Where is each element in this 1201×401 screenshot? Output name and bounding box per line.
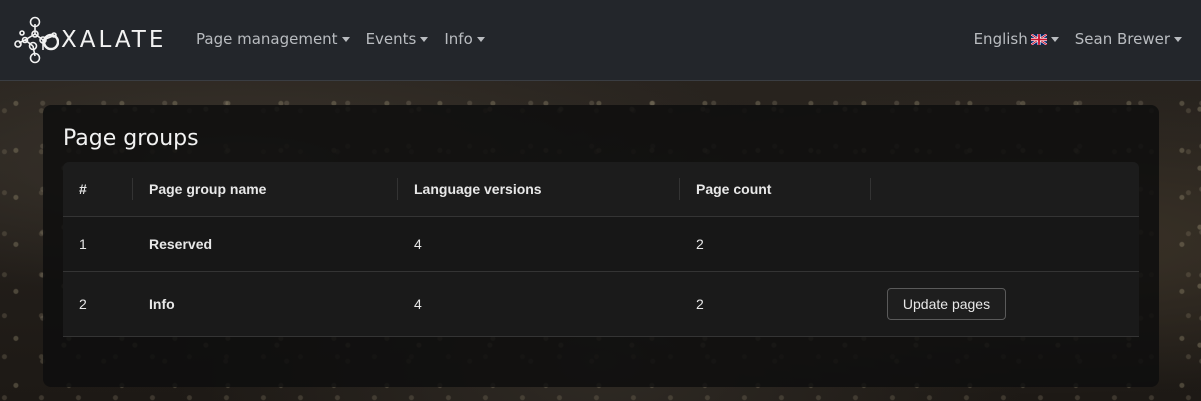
menu-page-management-label: Page management bbox=[196, 30, 338, 48]
page-groups-table: # Page group name Language versions Page… bbox=[63, 162, 1139, 337]
table-header: # Page group name Language versions Page… bbox=[63, 162, 1139, 217]
language-selector[interactable]: English bbox=[974, 30, 1059, 48]
update-pages-button[interactable]: Update pages bbox=[887, 288, 1006, 320]
page-title: Page groups bbox=[63, 126, 199, 151]
row-page-group-name: Reserved bbox=[149, 236, 213, 252]
uk-flag-icon bbox=[1030, 33, 1047, 45]
chevron-down-icon bbox=[420, 36, 429, 42]
top-navbar: XALATE Page management Events Info Engli… bbox=[0, 0, 1201, 81]
column-divider bbox=[870, 178, 871, 200]
header-number: # bbox=[79, 181, 87, 197]
page-groups-card: Page groups # Page group name Language v… bbox=[43, 105, 1159, 387]
menu-page-management[interactable]: Page management bbox=[196, 30, 350, 48]
language-label: English bbox=[973, 30, 1028, 48]
column-divider bbox=[679, 178, 680, 200]
row-number: 1 bbox=[79, 236, 87, 252]
brand-name: XALATE bbox=[61, 27, 167, 53]
chevron-down-icon bbox=[1050, 36, 1059, 42]
row-language-versions: 4 bbox=[414, 296, 422, 312]
header-page-group-name: Page group name bbox=[149, 181, 267, 197]
menu-info[interactable]: Info bbox=[444, 30, 485, 48]
row-number: 2 bbox=[79, 296, 87, 312]
brand-logo[interactable]: XALATE bbox=[13, 16, 166, 64]
menu-info-label: Info bbox=[444, 30, 473, 48]
row-page-count: 2 bbox=[696, 236, 704, 252]
row-page-group-name: Info bbox=[149, 296, 175, 312]
row-page-count: 2 bbox=[696, 296, 704, 312]
header-language-versions: Language versions bbox=[414, 181, 542, 197]
molecule-logo-icon bbox=[14, 16, 59, 64]
row-language-versions: 4 bbox=[414, 236, 422, 252]
row-actions: Update pages bbox=[887, 272, 1006, 336]
column-divider bbox=[397, 178, 398, 200]
menu-events-label: Events bbox=[365, 30, 417, 48]
header-page-count: Page count bbox=[696, 181, 772, 197]
main-menu: Page management Events Info bbox=[196, 30, 501, 48]
menu-events[interactable]: Events bbox=[366, 30, 429, 48]
chevron-down-icon bbox=[1174, 36, 1182, 42]
user-name: Sean Brewer bbox=[1074, 30, 1170, 48]
chevron-down-icon bbox=[341, 36, 350, 42]
table-row: 2 Info 4 2 Update pages bbox=[63, 272, 1139, 337]
table-row: 1 Reserved 4 2 bbox=[63, 217, 1139, 272]
user-account-menu[interactable]: Sean Brewer bbox=[1075, 30, 1182, 48]
user-menu: English Sean Brewer bbox=[958, 30, 1182, 48]
column-divider bbox=[132, 178, 133, 200]
chevron-down-icon bbox=[476, 36, 485, 42]
